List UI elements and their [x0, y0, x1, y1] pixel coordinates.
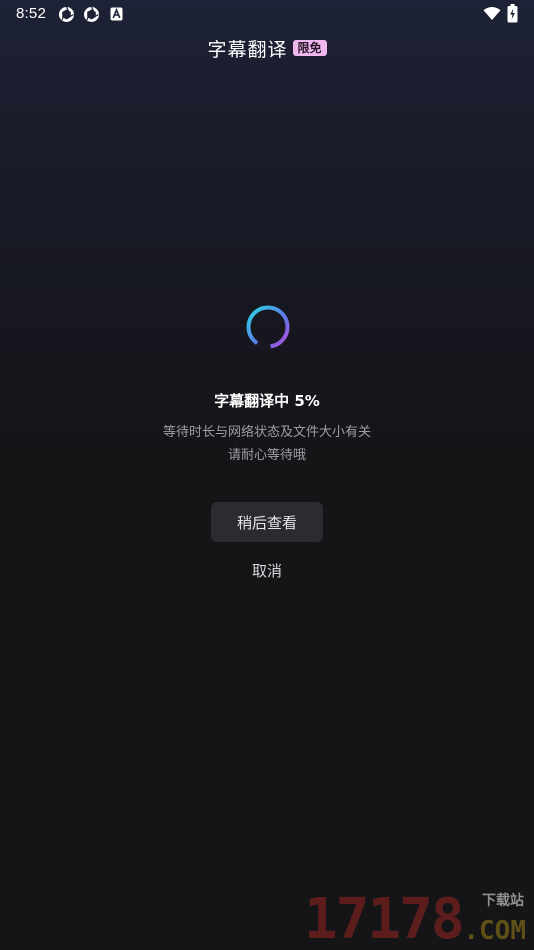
site-watermark: 17178 下载站 .COM [304, 890, 528, 948]
aperture-icon [59, 6, 74, 22]
view-later-button[interactable]: 稍后查看 [211, 502, 323, 542]
loading-spinner-icon [246, 305, 290, 349]
watermark-digits: 17178 [304, 887, 465, 950]
status-bar: 8:52 [0, 0, 534, 28]
free-badge: 限免 [292, 40, 327, 56]
page-title: 字幕翻译 [207, 38, 288, 61]
battery-charging-icon [507, 4, 518, 23]
watermark-sub: 下载站 [482, 893, 524, 909]
title-bar: 字幕翻译 限免 [0, 34, 534, 62]
wait-hint-line1: 等待时长与网络状态及文件大小有关 [162, 425, 371, 440]
cancel-button[interactable]: 取消 [227, 560, 307, 581]
screen: 8:52 字幕翻译 限免 字幕翻译中 5% 等待时长与网络状态及文件大小有关 请… [0, 0, 534, 950]
wait-hint-line2: 请耐心等待哦 [227, 448, 306, 463]
status-time: 8:52 [16, 5, 46, 22]
wifi-icon [483, 7, 501, 20]
aperture-icon [84, 6, 99, 22]
progress-title: 字幕翻译中 5% [214, 392, 320, 410]
watermark-com: .COM [463, 916, 526, 946]
a-notification-icon [110, 7, 123, 21]
